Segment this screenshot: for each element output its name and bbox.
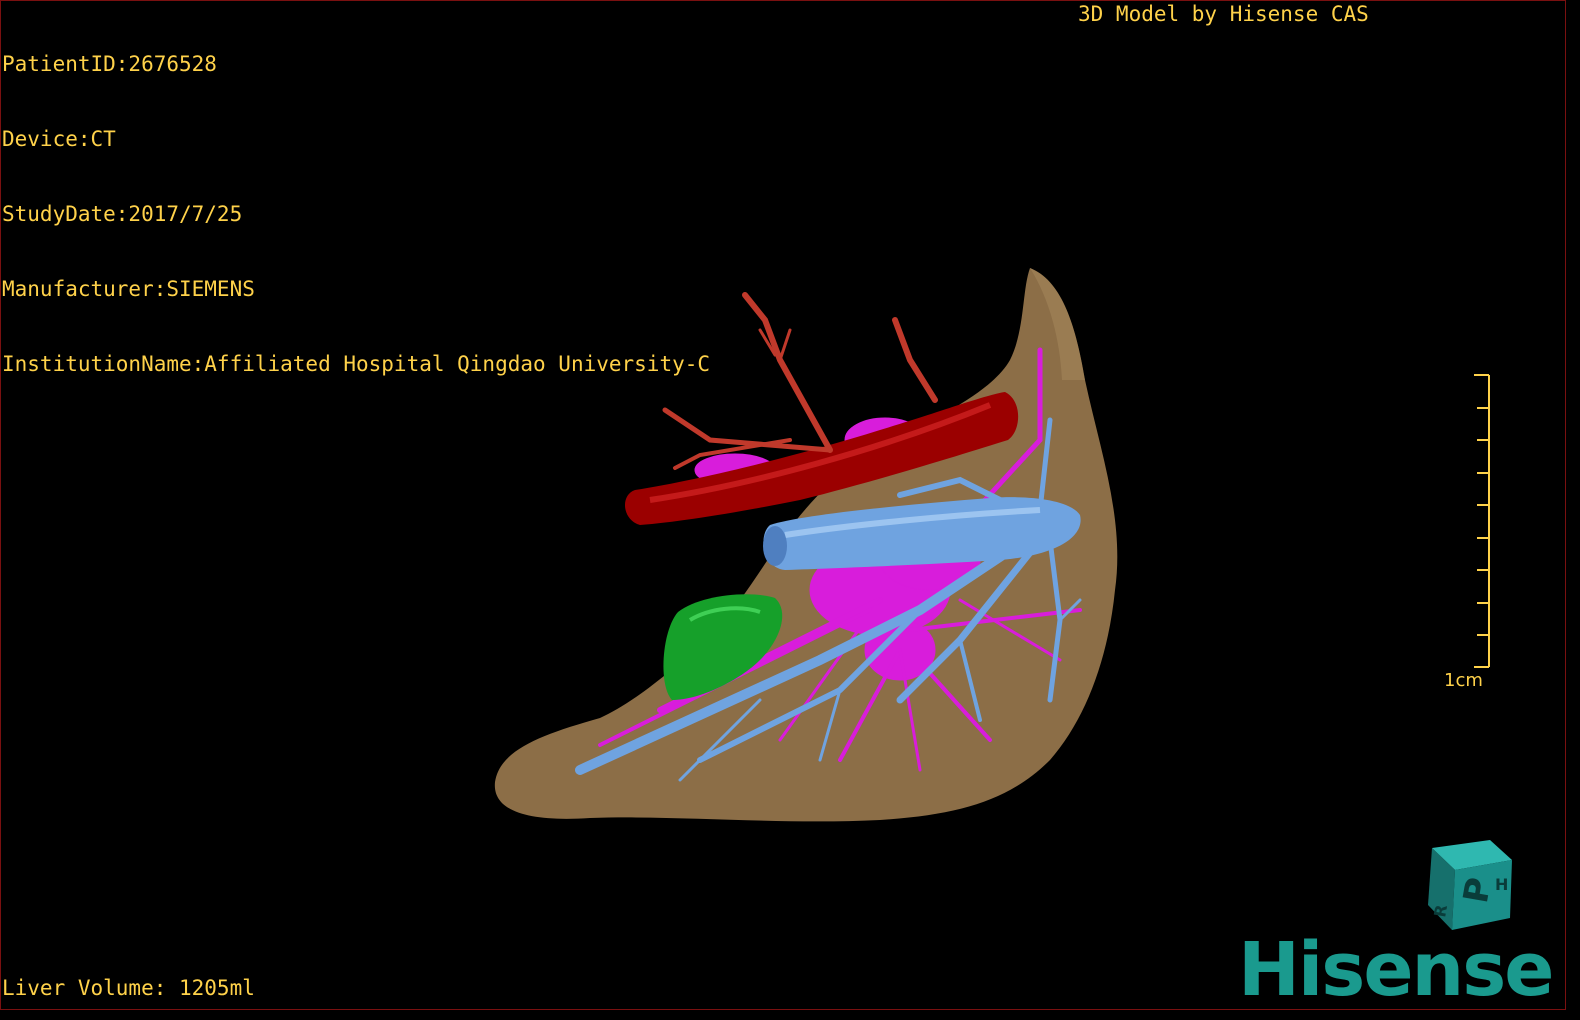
ivc-opening bbox=[763, 526, 787, 566]
hisense-logo: Hisense bbox=[1238, 927, 1554, 1013]
3d-liver-model-viewport[interactable]: P H R bbox=[0, 0, 1580, 1020]
cube-face-side-label: H bbox=[1495, 875, 1508, 894]
scale-bar-label: 1cm bbox=[1444, 670, 1483, 691]
liver-volume-text: Liver Volume: 1205ml bbox=[2, 976, 255, 1000]
orientation-cube[interactable]: P H R bbox=[1428, 840, 1512, 930]
scale-bar bbox=[1474, 374, 1490, 668]
